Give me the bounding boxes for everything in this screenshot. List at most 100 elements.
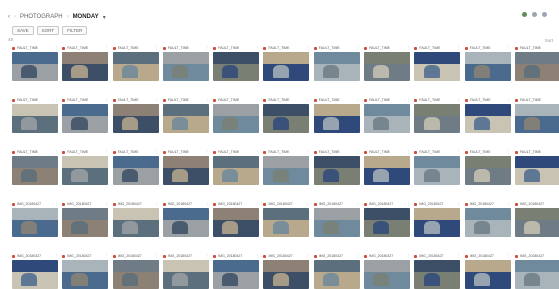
photo-tile[interactable]: IMG_20180427⋮ bbox=[162, 201, 209, 237]
photo-thumbnail[interactable] bbox=[464, 208, 511, 237]
photo-thumbnail[interactable] bbox=[112, 104, 159, 133]
photo-tile[interactable]: IMG_20180427⋮ bbox=[313, 253, 360, 289]
photo-thumbnail[interactable] bbox=[162, 260, 209, 289]
photo-tile[interactable]: FAULT_TIME ⋮ bbox=[414, 97, 461, 133]
photo-thumbnail[interactable] bbox=[112, 208, 159, 237]
photo-tile[interactable]: FAULT_TIME ⋮ bbox=[313, 97, 360, 133]
photo-tile[interactable]: FAULT_TIME ⋮ bbox=[464, 97, 511, 133]
photo-tile[interactable]: FAULT_TIME ⋮ bbox=[364, 97, 411, 133]
photo-tile[interactable]: FAULT_TIME ⋮ bbox=[162, 149, 209, 185]
photo-thumbnail[interactable] bbox=[514, 208, 559, 237]
tile-menu-icon[interactable]: ⋮ bbox=[155, 98, 159, 102]
photo-tile[interactable]: IMG_20180427⋮ bbox=[162, 253, 209, 289]
photo-tile[interactable]: FAULT_TIME ⋮ bbox=[364, 45, 411, 81]
breadcrumb-item-current[interactable]: MONDAY bbox=[73, 14, 99, 20]
photo-thumbnail[interactable] bbox=[514, 260, 559, 289]
photo-tile[interactable]: FAULT_TIME ⋮ bbox=[213, 149, 260, 185]
photo-tile[interactable]: FAULT_TIME ⋮ bbox=[313, 45, 360, 81]
photo-thumbnail[interactable] bbox=[213, 208, 260, 237]
photo-thumbnail[interactable] bbox=[162, 52, 209, 81]
view-grid-icon[interactable] bbox=[522, 12, 527, 17]
photo-tile[interactable]: FAULT_TIME ⋮ bbox=[62, 45, 109, 81]
photo-thumbnail[interactable] bbox=[263, 52, 310, 81]
photo-tile[interactable]: IMG_20180427⋮ bbox=[313, 201, 360, 237]
photo-thumbnail[interactable] bbox=[263, 208, 310, 237]
photo-thumbnail[interactable] bbox=[162, 104, 209, 133]
photo-thumbnail[interactable] bbox=[12, 260, 58, 289]
photo-thumbnail[interactable] bbox=[213, 156, 260, 185]
tile-menu-icon[interactable]: ⋮ bbox=[407, 98, 411, 102]
photo-tile[interactable]: FAULT_TIME ⋮ bbox=[414, 149, 461, 185]
photo-tile[interactable]: IMG_20180427⋮ bbox=[464, 253, 511, 289]
toolbar-filter-button[interactable]: FILTER bbox=[62, 26, 88, 35]
photo-thumbnail[interactable] bbox=[112, 260, 159, 289]
photo-thumbnail[interactable] bbox=[213, 52, 260, 81]
photo-tile[interactable]: IMG_20180427⋮ bbox=[414, 201, 461, 237]
tile-menu-icon[interactable]: ⋮ bbox=[205, 150, 209, 154]
photo-tile[interactable]: IMG_20180427⋮ bbox=[213, 201, 260, 237]
tile-menu-icon[interactable]: ⋮ bbox=[55, 202, 59, 206]
tile-menu-icon[interactable]: ⋮ bbox=[155, 46, 159, 50]
tile-menu-icon[interactable]: ⋮ bbox=[407, 254, 411, 258]
tile-menu-icon[interactable]: ⋮ bbox=[105, 98, 109, 102]
photo-thumbnail[interactable] bbox=[12, 156, 58, 185]
photo-thumbnail[interactable] bbox=[414, 52, 461, 81]
tile-menu-icon[interactable]: ⋮ bbox=[507, 202, 511, 206]
photo-tile[interactable]: FAULT_TIME ⋮ bbox=[464, 45, 511, 81]
toolbar-sort-button[interactable]: SORT bbox=[36, 26, 60, 35]
tile-menu-icon[interactable]: ⋮ bbox=[356, 98, 360, 102]
photo-thumbnail[interactable] bbox=[364, 208, 411, 237]
view-info-icon[interactable] bbox=[532, 12, 537, 17]
breadcrumb-item-root[interactable]: PHOTOGRAPH bbox=[20, 14, 63, 20]
tile-menu-icon[interactable]: ⋮ bbox=[55, 98, 59, 102]
photo-thumbnail[interactable] bbox=[514, 104, 559, 133]
photo-thumbnail[interactable] bbox=[213, 260, 260, 289]
photo-thumbnail[interactable] bbox=[313, 208, 360, 237]
photo-thumbnail[interactable] bbox=[12, 208, 58, 237]
photo-tile[interactable]: IMG_20180427⋮ bbox=[12, 253, 58, 289]
photo-tile[interactable]: FAULT_TIME ⋮ bbox=[263, 45, 310, 81]
tile-menu-icon[interactable]: ⋮ bbox=[507, 150, 511, 154]
tile-menu-icon[interactable]: ⋮ bbox=[205, 254, 209, 258]
photo-tile[interactable]: FAULT_TIME ⋮ bbox=[112, 149, 159, 185]
tile-menu-icon[interactable]: ⋮ bbox=[457, 150, 461, 154]
photo-tile[interactable]: IMG_20180427⋮ bbox=[213, 253, 260, 289]
photo-tile[interactable]: FAULT_TIME ⋮ bbox=[12, 45, 58, 81]
photo-thumbnail[interactable] bbox=[464, 52, 511, 81]
tile-menu-icon[interactable]: ⋮ bbox=[205, 46, 209, 50]
photo-thumbnail[interactable] bbox=[414, 156, 461, 185]
photo-tile[interactable]: FAULT_TIME ⋮ bbox=[62, 149, 109, 185]
chevron-down-icon[interactable]: ▾ bbox=[103, 14, 106, 21]
tile-menu-icon[interactable]: ⋮ bbox=[155, 254, 159, 258]
photo-tile[interactable]: IMG_20180427⋮ bbox=[62, 253, 109, 289]
photo-thumbnail[interactable] bbox=[12, 52, 58, 81]
tile-menu-icon[interactable]: ⋮ bbox=[306, 254, 310, 258]
tile-menu-icon[interactable]: ⋮ bbox=[205, 202, 209, 206]
photo-thumbnail[interactable] bbox=[162, 208, 209, 237]
tile-menu-icon[interactable]: ⋮ bbox=[256, 46, 260, 50]
photo-tile[interactable]: FAULT_TIME ⋮ bbox=[263, 97, 310, 133]
photo-tile[interactable]: FAULT_TIME ⋮ bbox=[213, 97, 260, 133]
photo-tile[interactable]: IMG_20180427⋮ bbox=[514, 201, 559, 237]
tile-menu-icon[interactable]: ⋮ bbox=[457, 98, 461, 102]
more-options-icon[interactable] bbox=[542, 12, 547, 17]
photo-thumbnail[interactable] bbox=[364, 52, 411, 81]
photo-tile[interactable]: FAULT_TIME ⋮ bbox=[364, 149, 411, 185]
photo-thumbnail[interactable] bbox=[313, 104, 360, 133]
photo-tile[interactable]: IMG_20180427⋮ bbox=[414, 253, 461, 289]
photo-thumbnail[interactable] bbox=[62, 208, 109, 237]
tile-menu-icon[interactable]: ⋮ bbox=[256, 202, 260, 206]
photo-tile[interactable]: FAULT_TIME ⋮ bbox=[213, 45, 260, 81]
photo-thumbnail[interactable] bbox=[62, 104, 109, 133]
photo-tile[interactable]: FAULT_TIME ⋮ bbox=[112, 45, 159, 81]
photo-thumbnail[interactable] bbox=[263, 260, 310, 289]
tile-menu-icon[interactable]: ⋮ bbox=[105, 46, 109, 50]
tile-menu-icon[interactable]: ⋮ bbox=[356, 254, 360, 258]
tile-menu-icon[interactable]: ⋮ bbox=[356, 150, 360, 154]
photo-tile[interactable]: FAULT_TIME ⋮ bbox=[112, 97, 159, 133]
photo-thumbnail[interactable] bbox=[514, 52, 559, 81]
tile-menu-icon[interactable]: ⋮ bbox=[457, 202, 461, 206]
photo-tile[interactable]: IMG_20180427⋮ bbox=[464, 201, 511, 237]
tile-menu-icon[interactable]: ⋮ bbox=[105, 202, 109, 206]
photo-tile[interactable]: IMG_20180427⋮ bbox=[364, 253, 411, 289]
